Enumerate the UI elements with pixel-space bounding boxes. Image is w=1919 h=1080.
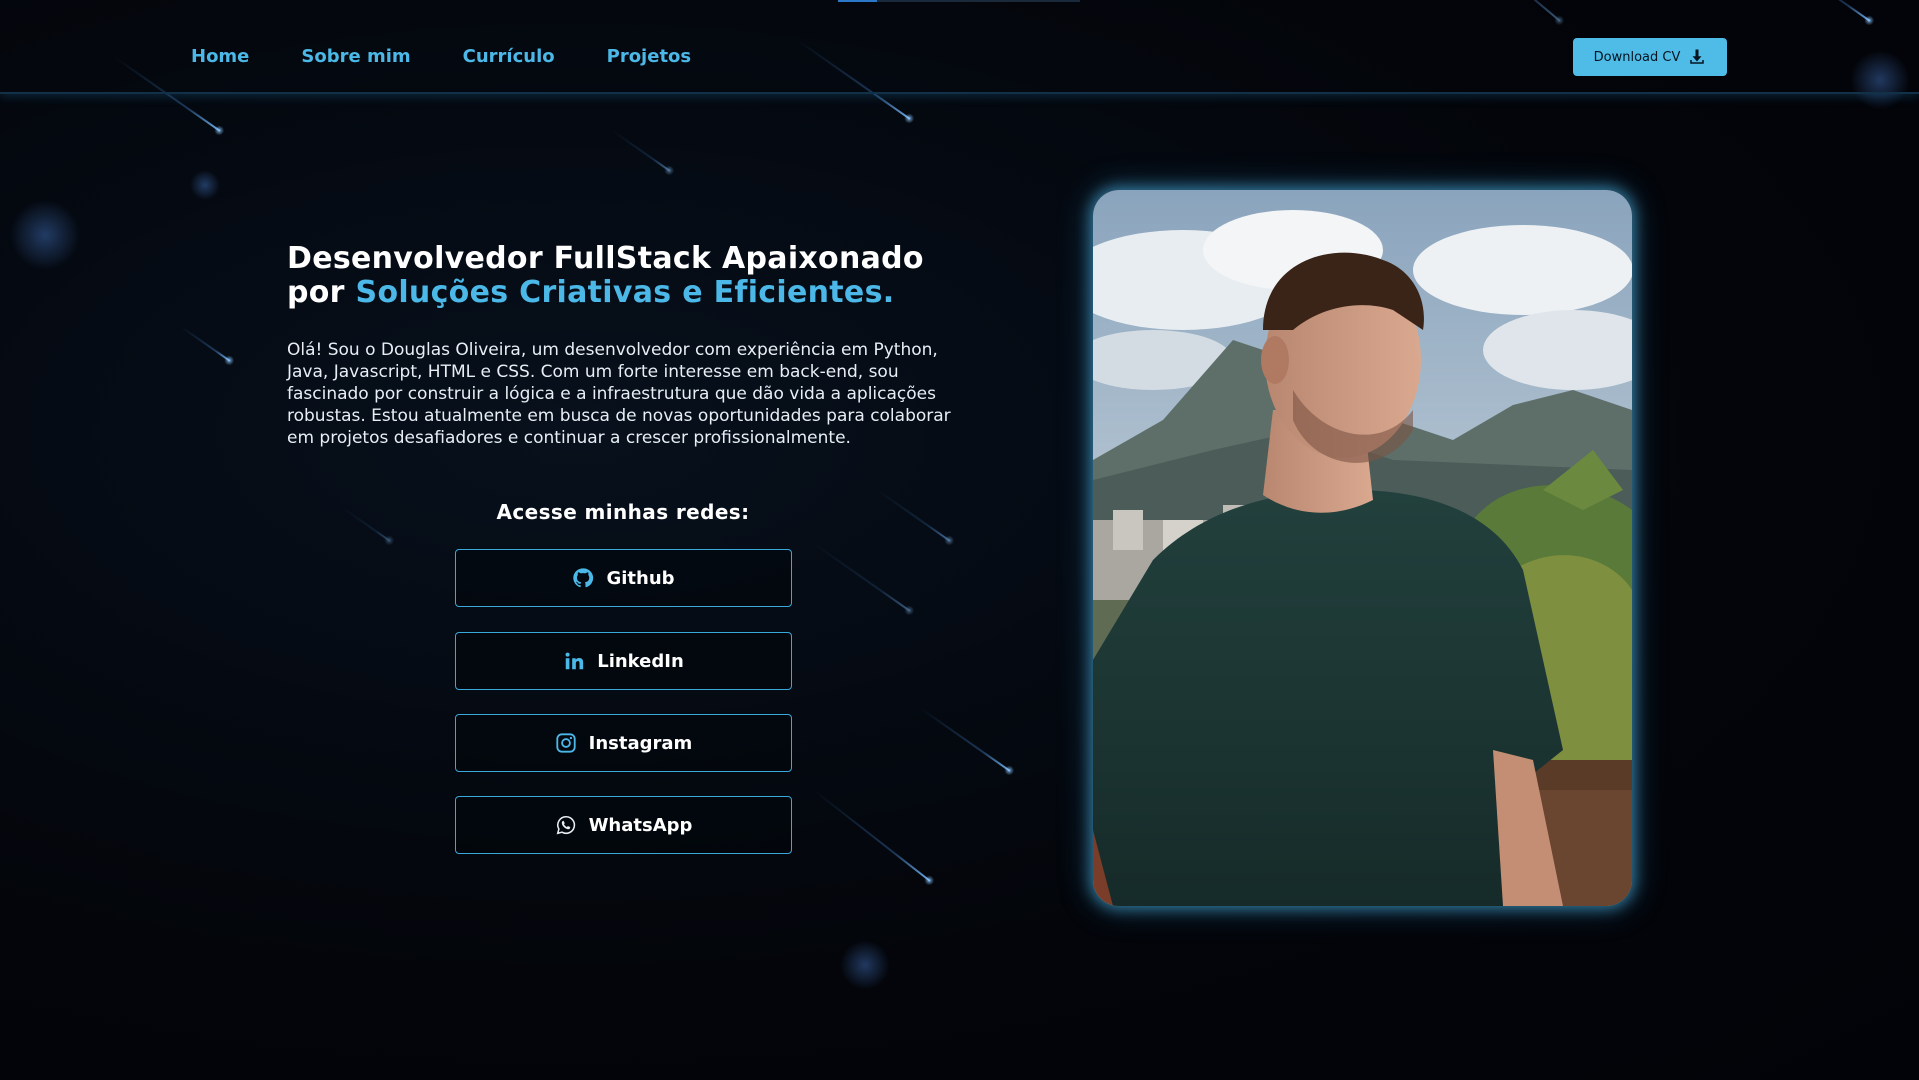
github-label: Github	[606, 567, 675, 589]
hero-headline: Desenvolvedor FullStack Apaixonado por S…	[287, 242, 987, 310]
github-button[interactable]: Github	[455, 549, 792, 607]
instagram-icon	[556, 733, 576, 753]
whatsapp-button[interactable]: WhatsApp	[455, 796, 792, 854]
instagram-label: Instagram	[588, 732, 693, 754]
profile-photo	[1093, 190, 1632, 906]
github-icon	[573, 568, 594, 588]
whatsapp-icon	[556, 815, 575, 835]
download-icon	[1690, 49, 1705, 64]
nav-link-sobre-mim[interactable]: Sobre mim	[301, 46, 410, 67]
page: Home Sobre mim Currículo Projetos Downlo…	[0, 0, 1919, 1080]
nav-link-home[interactable]: Home	[191, 46, 249, 67]
linkedin-label: LinkedIn	[597, 650, 684, 672]
hero-intro: Olá! Sou o Douglas Oliveira, um desenvol…	[287, 340, 951, 448]
nav-link-projetos[interactable]: Projetos	[607, 46, 692, 67]
hero-headline-accent: Soluções Criativas e Eficientes.	[355, 275, 895, 310]
instagram-button[interactable]: Instagram	[455, 714, 792, 772]
linkedin-icon	[565, 652, 584, 670]
nav-links: Home Sobre mim Currículo Projetos	[191, 46, 691, 67]
linkedin-button[interactable]: LinkedIn	[455, 632, 792, 690]
download-cv-label: Download CV	[1593, 49, 1681, 65]
top-navigation: Home Sobre mim Currículo Projetos Downlo…	[0, 0, 1919, 94]
nav-link-curriculo[interactable]: Currículo	[463, 46, 555, 67]
whatsapp-label: WhatsApp	[588, 814, 693, 836]
networks-title: Acesse minhas redes:	[496, 500, 750, 524]
download-cv-button[interactable]: Download CV	[1573, 38, 1727, 76]
